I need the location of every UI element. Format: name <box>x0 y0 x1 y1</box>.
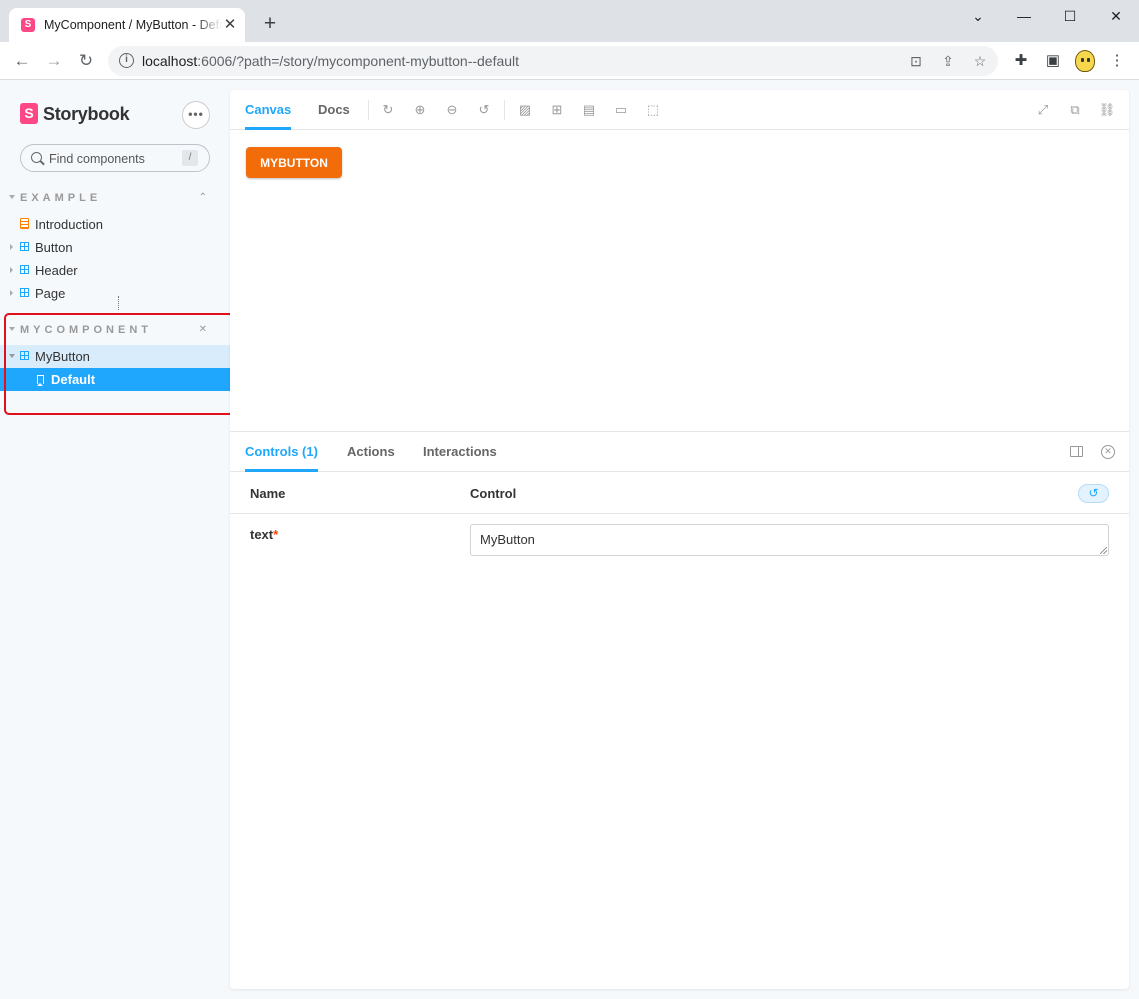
zoom-out-icon[interactable]: ⊖ <box>443 101 461 119</box>
search-placeholder: Find components <box>49 152 145 166</box>
side-panel-icon[interactable]: ▣ <box>1043 51 1063 71</box>
forward-arrow-icon[interactable]: → <box>42 49 66 73</box>
search-shortcut-hint: / <box>182 150 198 166</box>
text-control-value: MyButton <box>480 532 535 547</box>
group-label: EXAMPLE <box>20 192 102 204</box>
annotation-highlight-box <box>4 313 234 415</box>
tab-canvas[interactable]: Canvas <box>245 90 292 130</box>
addons-panel: Controls (1) Actions Interactions ✕ Name… <box>230 431 1129 989</box>
component-icon <box>20 242 29 251</box>
reload-icon[interactable]: ↻ <box>74 49 98 73</box>
browser-tab[interactable]: S MyComponent / MyButton - Default ✕ <box>9 8 245 42</box>
measure-icon[interactable]: ▭ <box>612 101 630 119</box>
close-panel-icon[interactable]: ✕ <box>1101 445 1115 459</box>
zoom-reset-icon[interactable]: ↺ <box>475 101 493 119</box>
drag-guide-line <box>118 296 119 310</box>
document-icon <box>20 218 29 229</box>
url-text[interactable]: localhost:6006/?path=/story/mycomponent-… <box>142 53 519 69</box>
component-icon <box>20 265 29 274</box>
copy-link-icon[interactable]: ⛓ <box>1098 101 1116 119</box>
toolbar-divider <box>504 100 505 120</box>
viewport-icon[interactable]: ▤ <box>580 101 598 119</box>
tab-actions[interactable]: Actions <box>347 432 395 472</box>
background-image-icon[interactable]: ▨ <box>516 101 534 119</box>
profile-avatar[interactable] <box>1075 50 1095 72</box>
column-header-name: Name <box>250 486 286 501</box>
sidebar: S Storybook ••• Find components / EXAMPL… <box>0 80 234 999</box>
new-tab-button[interactable]: + <box>259 13 281 36</box>
story-canvas: MYBUTTON <box>230 131 1129 431</box>
tab-title: MyComponent / MyButton - Default <box>44 18 222 32</box>
reset-controls-button[interactable]: ↺ <box>1078 484 1109 503</box>
sidebar-item-label: Page <box>35 286 66 301</box>
outline-icon[interactable]: ⬚ <box>644 101 662 119</box>
browser-toolbar: ← → ↻ i localhost:6006/?path=/story/myco… <box>0 42 1139 80</box>
resize-handle-icon[interactable] <box>1100 547 1107 554</box>
panel-orientation-icon[interactable] <box>1070 446 1083 457</box>
sidebar-item-page[interactable]: Page <box>0 282 230 305</box>
fullscreen-icon[interactable]: ⤢ <box>1034 101 1052 119</box>
chevron-right-icon <box>10 290 13 296</box>
extensions-icon[interactable]: ✚ <box>1011 51 1031 71</box>
tab-search-icon[interactable]: ⌄ <box>965 6 991 26</box>
column-header-control: Control <box>470 486 517 501</box>
grid-icon[interactable]: ⊞ <box>548 101 566 119</box>
sidebar-item-introduction[interactable]: Introduction <box>0 213 230 236</box>
sidebar-item-label: Introduction <box>35 217 103 232</box>
expand-collapse-icon[interactable]: ⌃ <box>199 192 207 203</box>
window-close-button[interactable]: ✕ <box>1103 6 1129 26</box>
search-input[interactable]: Find components / <box>20 144 210 172</box>
mybutton-preview[interactable]: MYBUTTON <box>246 147 342 178</box>
tab-controls[interactable]: Controls (1) <box>245 432 318 472</box>
main-panel: Canvas Docs ↻ ⊕ ⊖ ↺ ▨ ⊞ ▤ ▭ ⬚ ⤢ ⧉ ⛓ MYBU… <box>230 90 1129 989</box>
sidebar-item-header[interactable]: Header <box>0 259 230 282</box>
sidebar-item-label: Header <box>35 263 78 278</box>
storybook-favicon-icon: S <box>21 18 35 32</box>
toolbar-divider <box>368 100 369 120</box>
required-mark: * <box>273 527 279 542</box>
preview-toolbar: Canvas Docs ↻ ⊕ ⊖ ↺ ▨ ⊞ ▤ ▭ ⬚ ⤢ ⧉ ⛓ <box>230 90 1129 130</box>
arg-name: text <box>250 527 274 542</box>
translate-icon[interactable]: ⊡ <box>907 52 925 70</box>
text-control-input[interactable]: MyButton <box>470 524 1109 556</box>
storybook-logo-icon: S <box>20 103 38 124</box>
share-icon[interactable]: ⇪ <box>939 52 957 70</box>
back-arrow-icon[interactable]: ← <box>10 49 34 73</box>
minimize-button[interactable]: — <box>1011 6 1037 26</box>
chevron-right-icon <box>10 244 13 250</box>
storybook-logo-text: Storybook <box>43 104 130 124</box>
sidebar-menu-button[interactable]: ••• <box>182 101 210 129</box>
component-icon <box>20 288 29 297</box>
url-path: :6006/?path=/story/mycomponent-mybutton-… <box>197 53 520 69</box>
zoom-in-icon[interactable]: ⊕ <box>411 101 429 119</box>
search-icon <box>31 152 42 163</box>
url-host: localhost <box>142 53 198 69</box>
remount-icon[interactable]: ↻ <box>379 101 397 119</box>
table-row-name: text* <box>250 527 278 542</box>
storybook-app: S Storybook ••• Find components / EXAMPL… <box>0 80 1139 999</box>
chevron-right-icon <box>10 267 13 273</box>
address-bar[interactable]: i localhost:6006/?path=/story/mycomponen… <box>108 46 998 76</box>
open-new-tab-icon[interactable]: ⧉ <box>1066 101 1084 119</box>
browser-tabstrip: S MyComponent / MyButton - Default ✕ + ⌄… <box>0 0 1139 42</box>
maximize-button[interactable]: ☐ <box>1057 6 1083 26</box>
bookmark-star-icon[interactable]: ☆ <box>971 52 989 70</box>
chrome-menu-icon[interactable]: ⋮ <box>1107 51 1127 71</box>
group-example-header[interactable]: EXAMPLE ⌃ <box>9 192 219 208</box>
controls-table-header: Name Control ↺ <box>230 473 1129 514</box>
addons-tabbar: Controls (1) Actions Interactions ✕ <box>230 432 1129 472</box>
tab-close-icon[interactable]: ✕ <box>221 16 239 34</box>
site-info-icon[interactable]: i <box>119 53 134 68</box>
sidebar-item-button[interactable]: Button <box>0 236 230 259</box>
chevron-down-icon <box>9 195 15 199</box>
tab-docs[interactable]: Docs <box>318 90 350 130</box>
tab-interactions[interactable]: Interactions <box>423 432 497 472</box>
sidebar-item-label: Button <box>35 240 73 255</box>
